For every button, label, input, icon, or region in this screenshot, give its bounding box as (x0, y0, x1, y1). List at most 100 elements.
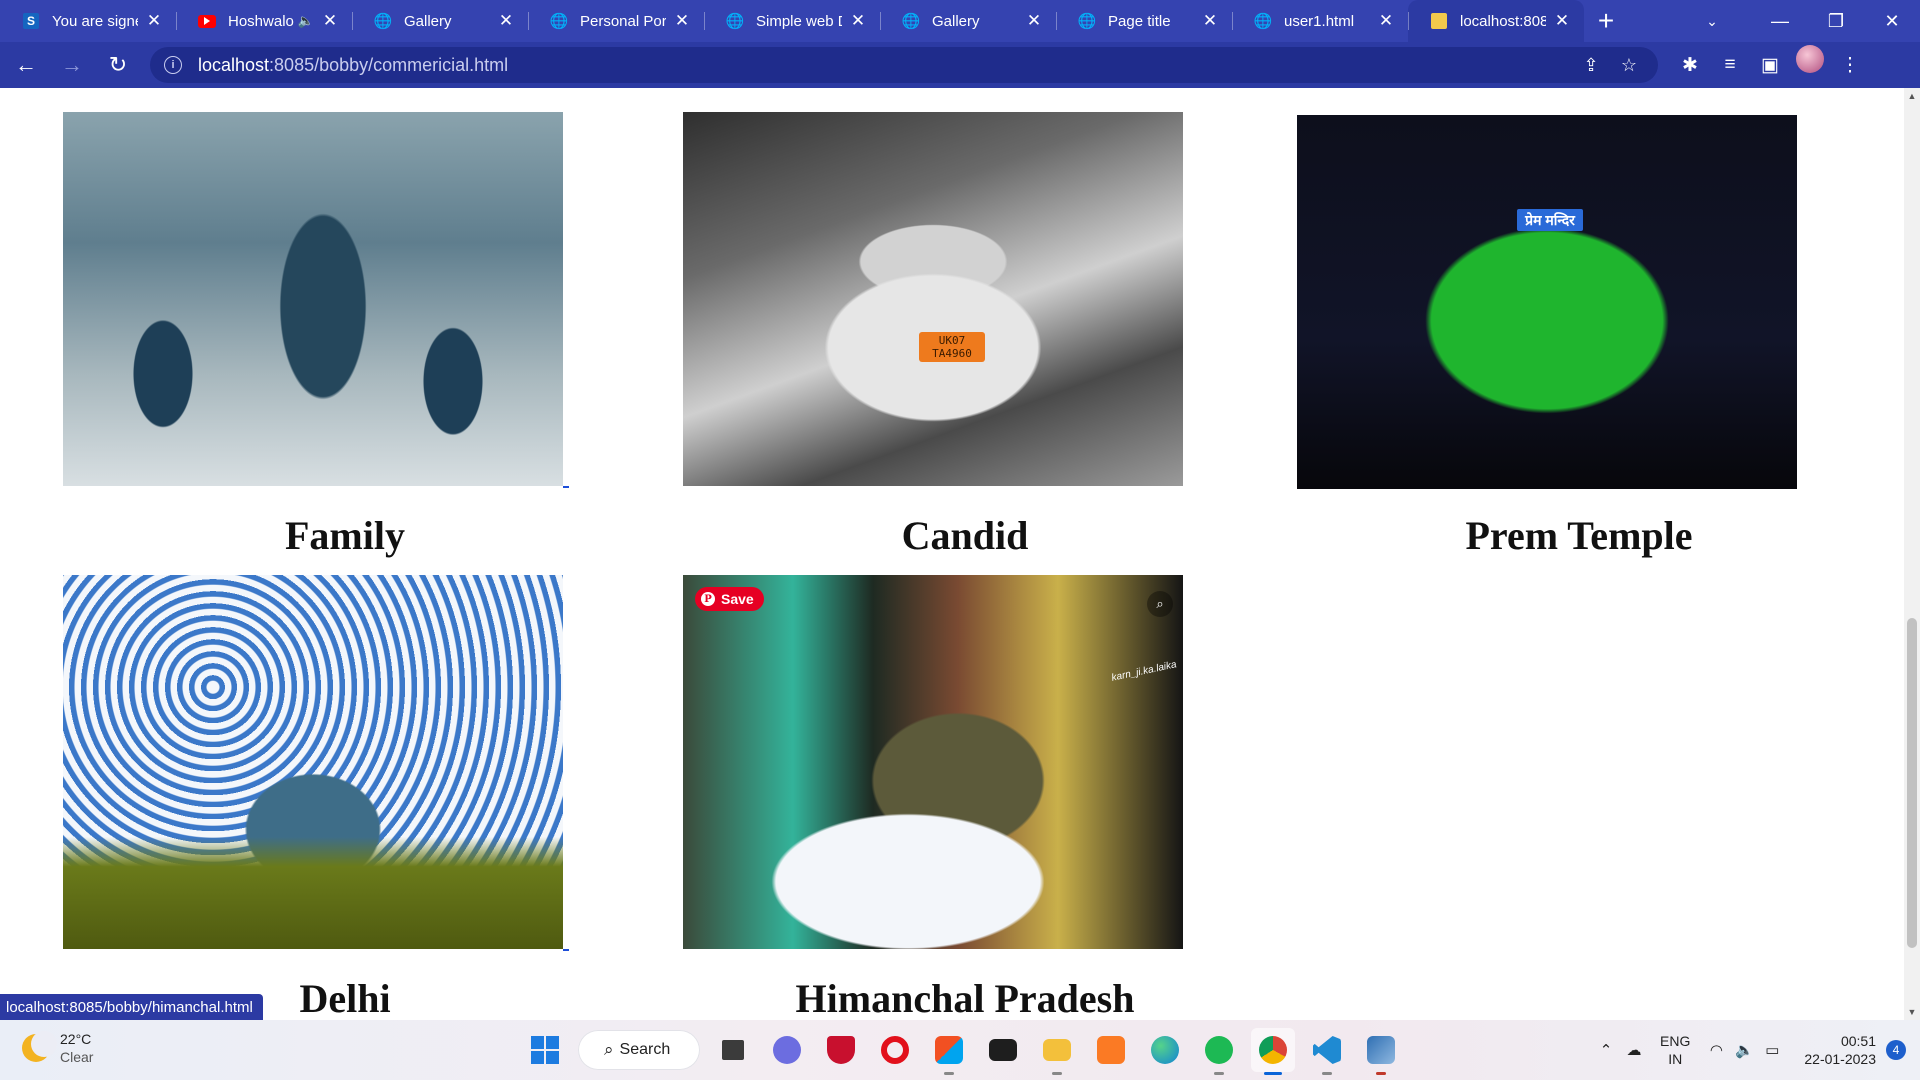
family-photo[interactable] (63, 112, 563, 486)
page-content: Family UK07 TA4960 Candid प्रेम मन्दिर Pr… (0, 88, 1904, 1020)
cube-icon (1367, 1036, 1395, 1064)
close-icon[interactable]: ✕ (1552, 11, 1572, 31)
start-button[interactable] (523, 1028, 567, 1072)
task-view-button[interactable] (711, 1028, 755, 1072)
store-icon (935, 1036, 963, 1064)
speaker-icon[interactable]: 🔈 (298, 13, 314, 29)
restore-button[interactable]: ❐ (1808, 0, 1864, 42)
xampp-button[interactable] (1089, 1028, 1133, 1072)
image-icon (1430, 12, 1448, 30)
virtualbox-button[interactable] (1359, 1028, 1403, 1075)
pinterest-save-button[interactable]: P Save (695, 587, 764, 611)
notification-badge[interactable]: 4 (1886, 1040, 1906, 1060)
weather-condition: Clear (60, 1049, 94, 1065)
close-icon[interactable]: ✕ (848, 11, 868, 31)
moon-icon (22, 1031, 57, 1062)
minimize-button[interactable]: — (1752, 0, 1808, 42)
tab-localhost-active[interactable]: localhost:8085 ✕ (1408, 0, 1584, 42)
vscode-button[interactable] (1305, 1028, 1349, 1075)
close-window-button[interactable]: ✕ (1864, 0, 1920, 42)
tab-page-title[interactable]: 🌐 Page title ✕ (1056, 0, 1232, 42)
close-icon[interactable]: ✕ (672, 11, 692, 31)
scroll-up-arrow[interactable]: ▲ (1904, 88, 1920, 104)
tab-title: Hoshwalo (228, 12, 294, 30)
reload-button[interactable]: ↻ (98, 45, 138, 85)
browser-toolbar: ← → ↻ i localhost:8085/bobby/commericial… (0, 42, 1920, 88)
store-button[interactable] (927, 1028, 971, 1075)
window-controls: — ❐ ✕ (1752, 0, 1920, 42)
clock-date: 22-01-2023 (1804, 1051, 1876, 1067)
youtube-icon (198, 12, 216, 30)
language-indicator[interactable]: ENG IN (1660, 1032, 1690, 1068)
folder-icon (1043, 1039, 1071, 1061)
photographer-watermark: karn_ji.ka.laika (1110, 659, 1178, 684)
tab-title: Gallery (932, 12, 980, 30)
tab-user1[interactable]: 🌐 user1.html ✕ (1232, 0, 1408, 42)
info-icon[interactable]: i (164, 56, 182, 74)
candid-photo[interactable]: UK07 TA4960 (683, 112, 1183, 486)
close-icon[interactable]: ✕ (496, 11, 516, 31)
star-icon[interactable]: ☆ (1614, 50, 1644, 80)
page-scrollbar[interactable]: ▲ ▼ (1904, 88, 1920, 1020)
taskbar-search[interactable]: ⌕ Search (578, 1030, 700, 1070)
scroll-thumb[interactable] (1907, 618, 1917, 948)
address-bar[interactable]: i localhost:8085/bobby/commericial.html … (150, 47, 1658, 83)
side-panel-icon[interactable]: ▣ (1750, 45, 1790, 85)
link-underline (563, 486, 569, 488)
tab-gallery[interactable]: 🌐 Gallery ✕ (352, 0, 528, 42)
wifi-icon[interactable]: ◠ (1702, 1030, 1730, 1070)
spotify-button[interactable] (1197, 1028, 1241, 1075)
media-queue-icon[interactable]: ≡ (1710, 45, 1750, 85)
himanchal-pradesh-photo[interactable]: P Save ⌕ karn_ji.ka.laika (683, 575, 1183, 949)
clock[interactable]: 00:51 22-01-2023 (1804, 1032, 1876, 1068)
globe-icon: 🌐 (725, 13, 745, 30)
chevron-up-icon[interactable]: ⌃ (1592, 1030, 1620, 1070)
teams-chat-button[interactable] (765, 1028, 809, 1072)
prem-temple-photo[interactable]: प्रेम मन्दिर (1297, 115, 1797, 489)
back-button[interactable]: ← (6, 45, 46, 85)
close-icon[interactable]: ✕ (144, 11, 164, 31)
close-icon[interactable]: ✕ (1024, 11, 1044, 31)
delhi-photo[interactable] (63, 575, 563, 949)
tab-title: Gallery (404, 12, 452, 30)
mcafee-button[interactable] (819, 1028, 863, 1072)
opera-button[interactable] (873, 1028, 917, 1072)
chrome-button[interactable] (1251, 1028, 1295, 1075)
license-plate: UK07 TA4960 (919, 332, 985, 362)
volume-icon[interactable]: 🔈 (1730, 1030, 1758, 1070)
chrome-icon (1259, 1036, 1287, 1064)
menu-icon[interactable]: ⋮ (1830, 45, 1870, 85)
tab-youtube[interactable]: Hoshwalo 🔈 ✕ (176, 0, 352, 42)
url-text[interactable]: localhost:8085/bobby/commericial.html (198, 55, 1568, 76)
tab-gallery-2[interactable]: 🌐 Gallery ✕ (880, 0, 1056, 42)
chevron-down-icon[interactable]: ⌄ (1690, 0, 1734, 42)
terminal-icon (989, 1039, 1017, 1061)
edge-button[interactable] (1143, 1028, 1187, 1072)
tab-title: Personal Portfolio (580, 12, 666, 30)
globe-icon: 🌐 (901, 13, 921, 30)
new-tab-button[interactable]: + (1584, 0, 1628, 42)
onedrive-icon[interactable]: ☁ (1620, 1030, 1648, 1070)
tab-personal-portfolio[interactable]: 🌐 Personal Portfolio ✕ (528, 0, 704, 42)
scroll-down-arrow[interactable]: ▼ (1904, 1004, 1920, 1020)
terminal-button[interactable] (981, 1028, 1025, 1072)
tab-simple-web-design[interactable]: 🌐 Simple web Design ✕ (704, 0, 880, 42)
extensions-icon[interactable]: ✱ (1670, 45, 1710, 85)
tab-signed-in[interactable]: S You are signed in ✕ (0, 0, 176, 42)
temple-sign: प्रेम मन्दिर (1517, 209, 1583, 231)
url-path: :8085/bobby/commericial.html (269, 54, 509, 75)
close-icon[interactable]: ✕ (320, 11, 340, 31)
globe-icon: 🌐 (373, 13, 393, 30)
close-icon[interactable]: ✕ (1376, 11, 1396, 31)
tab-title: user1.html (1284, 12, 1355, 30)
close-icon[interactable]: ✕ (1200, 11, 1220, 31)
battery-icon[interactable]: ▭ (1758, 1030, 1786, 1070)
file-explorer-button[interactable] (1035, 1028, 1079, 1075)
avatar[interactable] (1796, 45, 1824, 73)
url-host: localhost (198, 54, 270, 75)
weather-widget[interactable]: 22°C Clear (22, 1030, 93, 1066)
search-icon: ⌕ (604, 1040, 614, 1059)
link-underline (563, 949, 569, 951)
forward-button[interactable]: → (52, 45, 92, 85)
share-icon[interactable]: ⇪ (1576, 50, 1606, 80)
